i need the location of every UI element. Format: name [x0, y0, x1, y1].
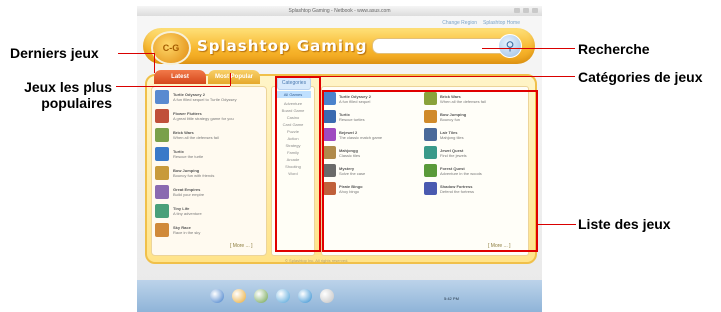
label-games-list: Liste des jeux: [578, 216, 671, 232]
latest-games-list: Turtle Odyssey 2A fun filled sequel to T…: [151, 86, 267, 256]
callout-line-popular: [116, 86, 230, 87]
window-titlebar: Splashtop Gaming - Netbook - www.asus.co…: [137, 6, 542, 16]
game-desc: Race in the sky: [173, 229, 201, 235]
tray-clock: 5:42 PM: [444, 295, 459, 301]
latest-game-item[interactable]: Turtix Rescue the turtle: [152, 144, 266, 163]
search-icon[interactable]: ⚲: [498, 34, 522, 58]
latest-game-item[interactable]: Brick Wars When all the defenses fail: [152, 125, 266, 144]
box-games-list: [322, 90, 538, 252]
footer-note: © Splashtop Inc. All rights reserved.: [285, 258, 349, 263]
callout-line-categories: [320, 76, 575, 77]
game-desc: Bouncy fun with friends: [173, 172, 215, 178]
logo-text: C-G: [162, 43, 180, 53]
callout-line-popular-v: [230, 73, 231, 86]
label-search: Recherche: [578, 41, 650, 57]
callout-line-latest-v: [154, 53, 155, 73]
game-text: Turtix Rescue the turtle: [173, 149, 203, 159]
app-logo: C-G: [151, 31, 191, 65]
label-categories: Catégories de jeux: [578, 69, 703, 85]
top-link-home[interactable]: Splashtop Home: [483, 20, 520, 26]
game-text: Brick Wars When all the defenses fail: [173, 130, 219, 140]
music-icon[interactable]: [254, 289, 268, 303]
games-icon[interactable]: [320, 289, 334, 303]
maximize-icon[interactable]: [523, 8, 529, 13]
search-box[interactable]: [372, 38, 510, 58]
game-thumbnail: [155, 127, 169, 142]
game-text: Bow Jumping Bouncy fun with friends: [173, 168, 214, 178]
top-link-region[interactable]: Change Region: [442, 20, 477, 26]
callout-line-search: [482, 48, 575, 49]
game-text: Tiny Life A tiny adventure: [173, 206, 202, 216]
tab-latest[interactable]: Latest: [154, 70, 206, 84]
brand-title: Splashtop Gaming: [197, 37, 368, 55]
game-desc: A great little strategy game for you: [173, 115, 234, 121]
game-desc: Rescue the turtle: [173, 153, 204, 159]
latest-game-item[interactable]: Bow Jumping Bouncy fun with friends: [152, 163, 266, 182]
game-text: Great Empires Build your empire: [173, 187, 204, 197]
search-input[interactable]: [379, 44, 493, 58]
tab-popular[interactable]: Most Popular: [208, 70, 260, 84]
left-more-link[interactable]: [ More ... ]: [230, 243, 253, 249]
top-links: Change Region Splashtop Home: [442, 20, 520, 26]
game-thumbnail: [155, 89, 169, 104]
taskbar-icons: [210, 289, 334, 303]
game-text: Flower Flutters A great little strategy g…: [173, 111, 234, 121]
latest-game-item[interactable]: Tiny Life A tiny adventure: [152, 201, 266, 220]
game-thumbnail: [155, 165, 169, 180]
photo-icon[interactable]: [232, 289, 246, 303]
box-categories: [275, 76, 321, 252]
browser-icon[interactable]: [210, 289, 224, 303]
latest-game-item[interactable]: Turtle Odyssey 2A fun filled sequel to T…: [152, 87, 266, 106]
callout-line-games: [536, 224, 576, 225]
window-title: Splashtop Gaming - Netbook - www.asus.co…: [288, 8, 391, 14]
window-controls: [514, 8, 538, 13]
game-text: Sky Race Race in the sky: [173, 225, 200, 235]
chat-icon[interactable]: [276, 289, 290, 303]
close-icon[interactable]: [532, 8, 538, 13]
latest-game-item[interactable]: Sky Race Race in the sky: [152, 220, 266, 239]
game-desc: A fun filled sequel to Turtle Odyssey: [173, 96, 237, 102]
game-thumbnail: [155, 108, 169, 123]
game-desc: Build your empire: [173, 191, 205, 197]
game-text: Turtle Odyssey 2A fun filled sequel to T…: [173, 92, 237, 102]
label-latest-games: Derniers jeux: [10, 45, 99, 61]
system-tray: 5:42 PM: [444, 287, 534, 309]
minimize-icon[interactable]: [514, 8, 520, 13]
game-thumbnail: [155, 203, 169, 218]
left-tabs: Latest Most Popular: [154, 70, 260, 84]
game-thumbnail: [155, 146, 169, 161]
label-popular-games: Jeux les plus populaires: [24, 79, 112, 111]
latest-game-item[interactable]: Great Empires Build your empire: [152, 182, 266, 201]
skype-icon[interactable]: [298, 289, 312, 303]
latest-game-item[interactable]: Flower Flutters A great little strategy g…: [152, 106, 266, 125]
game-desc: A tiny adventure: [173, 210, 202, 216]
game-thumbnail: [155, 222, 169, 237]
game-desc: When all the defenses fail: [173, 134, 219, 140]
callout-line-latest: [118, 53, 154, 54]
game-thumbnail: [155, 184, 169, 199]
